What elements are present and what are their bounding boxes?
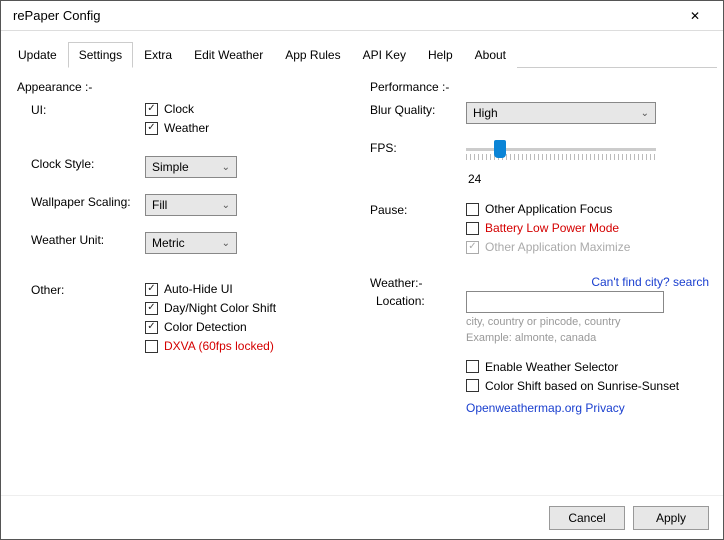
checkbox-icon	[145, 122, 158, 135]
checkbox-icon	[145, 302, 158, 315]
tab-edit-weather[interactable]: Edit Weather	[183, 42, 274, 68]
pause-maximize-checkbox: Other Application Maximize	[466, 240, 713, 254]
color-shift-sun-label: Color Shift based on Sunrise-Sunset	[485, 379, 679, 393]
checkbox-icon	[466, 222, 479, 235]
dxva-label: DXVA (60fps locked)	[164, 339, 274, 353]
checkbox-icon	[145, 340, 158, 353]
checkbox-icon	[145, 283, 158, 296]
weather-checkbox-label: Weather	[164, 121, 209, 135]
checkbox-icon	[145, 321, 158, 334]
tab-strip: UpdateSettingsExtraEdit WeatherApp Rules…	[7, 41, 717, 68]
checkbox-icon	[466, 379, 479, 392]
wallpaper-scaling-select[interactable]: Fill ⌄	[145, 194, 237, 216]
wallpaper-scaling-value: Fill	[152, 198, 167, 212]
location-hint-2: Example: almonte, canada	[466, 331, 713, 345]
pause-label: Pause:	[370, 202, 466, 217]
chevron-down-icon: ⌄	[222, 162, 230, 173]
clock-style-label: Clock Style:	[17, 156, 145, 171]
chevron-down-icon: ⌄	[641, 108, 649, 119]
titlebar: rePaper Config ✕	[1, 1, 723, 31]
other-label: Other:	[17, 282, 145, 297]
day-night-checkbox[interactable]: Day/Night Color Shift	[145, 301, 360, 315]
clock-checkbox-label: Clock	[164, 102, 194, 116]
location-label: Location:	[370, 294, 466, 308]
tab-settings[interactable]: Settings	[68, 42, 133, 68]
weather-checkbox[interactable]: Weather	[145, 121, 360, 135]
config-window: rePaper Config ✕ UpdateSettingsExtraEdit…	[0, 0, 724, 540]
clock-style-select[interactable]: Simple ⌄	[145, 156, 237, 178]
dxva-checkbox[interactable]: DXVA (60fps locked)	[145, 339, 360, 353]
chevron-down-icon: ⌄	[222, 200, 230, 211]
pause-focus-checkbox[interactable]: Other Application Focus	[466, 202, 713, 216]
day-night-label: Day/Night Color Shift	[164, 301, 276, 315]
checkbox-icon	[466, 241, 479, 254]
slider-thumb[interactable]	[494, 140, 506, 158]
pause-battery-label: Battery Low Power Mode	[485, 221, 619, 235]
clock-checkbox[interactable]: Clock	[145, 102, 360, 116]
window-title: rePaper Config	[13, 8, 675, 23]
close-button[interactable]: ✕	[675, 2, 715, 30]
enable-weather-selector-checkbox[interactable]: Enable Weather Selector	[466, 360, 713, 374]
fps-label: FPS:	[370, 140, 466, 155]
weather-section-label: Weather:- Location:	[370, 275, 466, 308]
auto-hide-checkbox[interactable]: Auto-Hide UI	[145, 282, 360, 296]
blur-quality-label: Blur Quality:	[370, 102, 466, 117]
blur-quality-select[interactable]: High ⌄	[466, 102, 656, 124]
fps-slider[interactable]	[466, 140, 656, 170]
wallpaper-scaling-label: Wallpaper Scaling:	[17, 194, 145, 209]
fps-value: 24	[468, 172, 713, 186]
auto-hide-label: Auto-Hide UI	[164, 282, 233, 296]
checkbox-icon	[145, 103, 158, 116]
clock-style-value: Simple	[152, 160, 189, 174]
tab-help[interactable]: Help	[417, 42, 464, 68]
color-shift-sun-checkbox[interactable]: Color Shift based on Sunrise-Sunset	[466, 379, 713, 393]
color-detection-label: Color Detection	[164, 320, 247, 334]
performance-column: Performance :- Blur Quality: High ⌄ FPS:	[370, 80, 713, 485]
appearance-column: Appearance :- UI: Clock Weather Clock St…	[17, 80, 360, 485]
pause-focus-label: Other Application Focus	[485, 202, 612, 216]
tab-update[interactable]: Update	[7, 42, 68, 68]
pause-battery-checkbox[interactable]: Battery Low Power Mode	[466, 221, 713, 235]
checkbox-icon	[466, 360, 479, 373]
find-city-link[interactable]: Can't find city? search	[466, 275, 713, 289]
settings-panel: Appearance :- UI: Clock Weather Clock St…	[1, 68, 723, 495]
location-input[interactable]	[466, 291, 664, 313]
weather-unit-label: Weather Unit:	[17, 232, 145, 247]
performance-heading: Performance :-	[370, 80, 713, 94]
blur-quality-value: High	[473, 106, 498, 120]
tab-extra[interactable]: Extra	[133, 42, 183, 68]
ui-label: UI:	[17, 102, 145, 117]
checkbox-icon	[466, 203, 479, 216]
close-icon: ✕	[690, 9, 700, 23]
appearance-heading: Appearance :-	[17, 80, 360, 94]
weather-unit-value: Metric	[152, 236, 185, 250]
apply-button[interactable]: Apply	[633, 506, 709, 530]
enable-weather-selector-label: Enable Weather Selector	[485, 360, 618, 374]
chevron-down-icon: ⌄	[222, 238, 230, 249]
tab-api-key[interactable]: API Key	[352, 42, 417, 68]
color-detection-checkbox[interactable]: Color Detection	[145, 320, 360, 334]
tab-app-rules[interactable]: App Rules	[274, 42, 351, 68]
tab-about[interactable]: About	[464, 42, 517, 68]
openweathermap-link[interactable]: Openweathermap.org Privacy	[466, 401, 625, 415]
pause-maximize-label: Other Application Maximize	[485, 240, 630, 254]
dialog-footer: Cancel Apply	[1, 495, 723, 539]
location-hint-1: city, country or pincode, country	[466, 315, 713, 329]
weather-unit-select[interactable]: Metric ⌄	[145, 232, 237, 254]
cancel-button[interactable]: Cancel	[549, 506, 625, 530]
